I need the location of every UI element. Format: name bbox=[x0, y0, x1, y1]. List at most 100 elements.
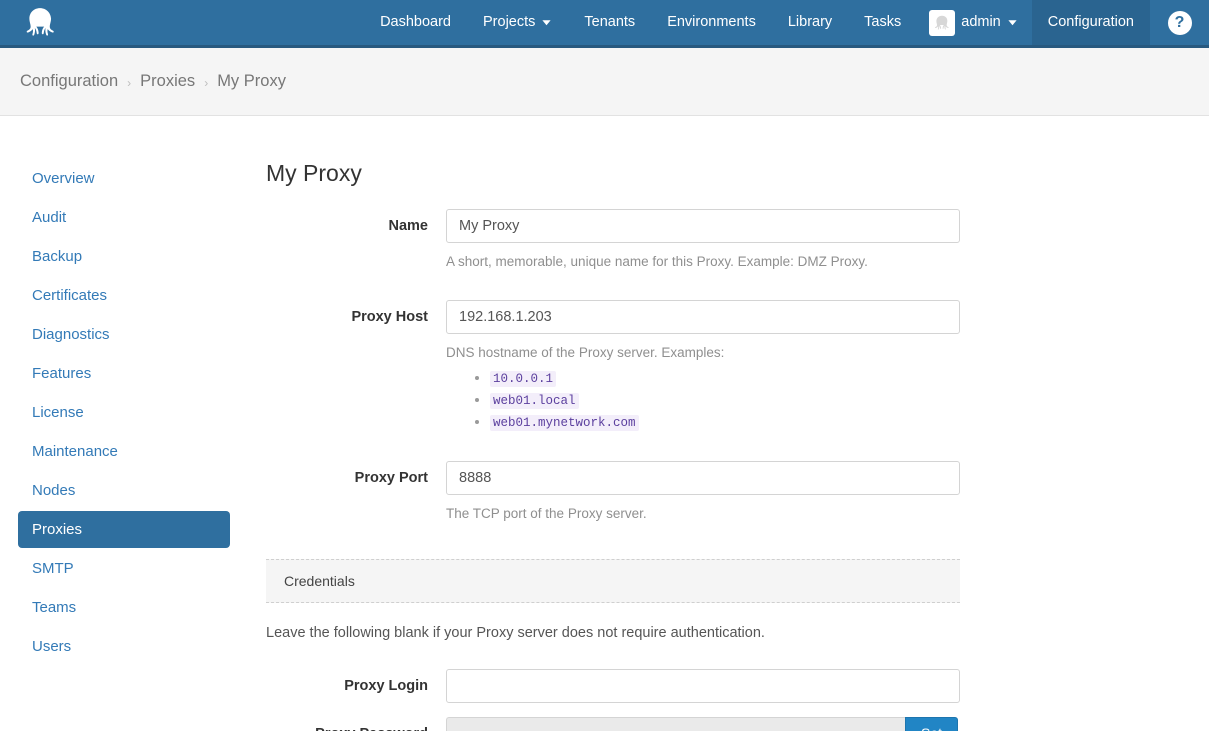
octopus-logo-icon bbox=[23, 6, 57, 40]
proxy-host-help-text: DNS hostname of the Proxy server. Exampl… bbox=[446, 343, 960, 433]
sidebar-item-label: Features bbox=[32, 365, 91, 382]
page-body: Overview Audit Backup Certificates Diagn… bbox=[0, 116, 1209, 731]
nav-item-environments[interactable]: Environments bbox=[651, 0, 772, 45]
sidebar-item-label: Users bbox=[32, 638, 71, 655]
example-code: web01.mynetwork.com bbox=[490, 415, 639, 431]
form-row-name: Name A short, memorable, unique name for… bbox=[266, 209, 960, 294]
proxy-host-input[interactable] bbox=[446, 300, 960, 334]
avatar bbox=[929, 10, 955, 36]
nav-item-label: Projects bbox=[483, 15, 535, 30]
nav-item-tenants[interactable]: Tenants bbox=[568, 0, 651, 45]
nav-item-label: Configuration bbox=[1048, 15, 1134, 30]
sidebar-item-label: Maintenance bbox=[32, 443, 118, 460]
breadcrumb-item-proxies[interactable]: Proxies bbox=[140, 72, 195, 91]
sidebar-item-nodes[interactable]: Nodes bbox=[18, 472, 230, 509]
nav-item-label: Library bbox=[788, 15, 832, 30]
example-code: web01.local bbox=[490, 393, 579, 409]
sidebar-item-label: Overview bbox=[32, 170, 95, 187]
set-password-button[interactable]: Set bbox=[905, 717, 958, 731]
proxy-password-input[interactable] bbox=[446, 717, 905, 731]
sidebar-item-label: License bbox=[32, 404, 84, 421]
octopus-avatar-icon bbox=[933, 14, 951, 32]
list-item: web01.mynetwork.com bbox=[490, 412, 960, 432]
breadcrumb-separator: › bbox=[127, 76, 131, 90]
sidebar-item-label: Certificates bbox=[32, 287, 107, 304]
sidebar-item-label: SMTP bbox=[32, 560, 74, 577]
form-row-proxy-password: Proxy Password Set bbox=[266, 717, 960, 731]
sidebar-item-overview[interactable]: Overview bbox=[18, 160, 230, 197]
form-row-proxy-port: Proxy Port The TCP port of the Proxy ser… bbox=[266, 461, 960, 546]
configuration-sidebar: Overview Audit Backup Certificates Diagn… bbox=[0, 160, 248, 667]
sidebar-item-teams[interactable]: Teams bbox=[18, 589, 230, 626]
sidebar-item-label: Nodes bbox=[32, 482, 75, 499]
sidebar-item-label: Backup bbox=[32, 248, 82, 265]
nav-item-projects[interactable]: Projects bbox=[467, 0, 568, 45]
nav-user-label: admin bbox=[961, 15, 1001, 30]
nav-spacer bbox=[80, 0, 364, 45]
proxy-login-field-wrap bbox=[446, 669, 960, 703]
sidebar-item-proxies[interactable]: Proxies bbox=[18, 511, 230, 548]
sidebar-item-label: Diagnostics bbox=[32, 326, 110, 343]
proxy-form: My Proxy Name A short, memorable, unique… bbox=[266, 160, 960, 731]
sidebar-item-label: Audit bbox=[32, 209, 66, 226]
proxy-host-field-wrap: DNS hostname of the Proxy server. Exampl… bbox=[446, 300, 960, 455]
nav-item-label: Tasks bbox=[864, 15, 901, 30]
sidebar-item-features[interactable]: Features bbox=[18, 355, 230, 392]
proxy-password-input-group: Set bbox=[446, 717, 958, 731]
example-code: 10.0.0.1 bbox=[490, 371, 556, 387]
nav-primary-items: Dashboard Projects Tenants Environments … bbox=[364, 0, 1209, 45]
form-row-proxy-login: Proxy Login bbox=[266, 669, 960, 703]
name-help-text: A short, memorable, unique name for this… bbox=[446, 252, 960, 272]
sidebar-item-users[interactable]: Users bbox=[18, 628, 230, 665]
sidebar-item-backup[interactable]: Backup bbox=[18, 238, 230, 275]
sidebar-item-certificates[interactable]: Certificates bbox=[18, 277, 230, 314]
proxy-port-help-text: The TCP port of the Proxy server. bbox=[446, 504, 960, 524]
nav-item-tasks[interactable]: Tasks bbox=[848, 0, 917, 45]
sidebar-item-diagnostics[interactable]: Diagnostics bbox=[18, 316, 230, 353]
proxy-host-examples: 10.0.0.1 web01.local web01.mynetwork.com bbox=[446, 368, 960, 432]
proxy-port-field-wrap: The TCP port of the Proxy server. bbox=[446, 461, 960, 546]
chevron-down-icon bbox=[541, 17, 552, 28]
proxy-host-help-label: DNS hostname of the Proxy server. Exampl… bbox=[446, 345, 724, 360]
sidebar-item-smtp[interactable]: SMTP bbox=[18, 550, 230, 587]
nav-item-label: Dashboard bbox=[380, 15, 451, 30]
proxy-password-field-wrap: Set bbox=[446, 717, 960, 731]
name-label: Name bbox=[266, 209, 446, 234]
page-title: My Proxy bbox=[266, 160, 960, 187]
list-item: web01.local bbox=[490, 390, 960, 410]
nav-item-dashboard[interactable]: Dashboard bbox=[364, 0, 467, 45]
octopus-logo[interactable] bbox=[0, 0, 80, 45]
proxy-port-label: Proxy Port bbox=[266, 461, 446, 486]
help-question-icon: ? bbox=[1168, 11, 1192, 35]
breadcrumb-bar: Configuration › Proxies › My Proxy bbox=[0, 48, 1209, 116]
name-input[interactable] bbox=[446, 209, 960, 243]
proxy-host-label: Proxy Host bbox=[266, 300, 446, 325]
nav-item-configuration[interactable]: Configuration bbox=[1032, 0, 1150, 45]
name-field-wrap: A short, memorable, unique name for this… bbox=[446, 209, 960, 294]
sidebar-item-label: Teams bbox=[32, 599, 76, 616]
breadcrumb-item-my-proxy: My Proxy bbox=[217, 72, 286, 91]
credentials-note: Leave the following blank if your Proxy … bbox=[266, 625, 960, 641]
nav-user-menu[interactable]: admin bbox=[917, 0, 1032, 45]
help-button[interactable]: ? bbox=[1150, 0, 1209, 45]
breadcrumb-item-configuration[interactable]: Configuration bbox=[20, 72, 118, 91]
sidebar-item-maintenance[interactable]: Maintenance bbox=[18, 433, 230, 470]
proxy-login-input[interactable] bbox=[446, 669, 960, 703]
credentials-section-header: Credentials bbox=[266, 559, 960, 603]
nav-item-library[interactable]: Library bbox=[772, 0, 848, 45]
list-item: 10.0.0.1 bbox=[490, 368, 960, 388]
chevron-down-icon bbox=[1007, 17, 1018, 28]
breadcrumb: Configuration › Proxies › My Proxy bbox=[20, 72, 286, 91]
proxy-password-label: Proxy Password bbox=[266, 717, 446, 731]
nav-item-label: Tenants bbox=[584, 15, 635, 30]
sidebar-item-license[interactable]: License bbox=[18, 394, 230, 431]
proxy-port-input[interactable] bbox=[446, 461, 960, 495]
proxy-login-label: Proxy Login bbox=[266, 669, 446, 694]
nav-item-label: Environments bbox=[667, 15, 756, 30]
breadcrumb-separator: › bbox=[204, 76, 208, 90]
sidebar-item-label: Proxies bbox=[32, 521, 82, 538]
top-navigation-bar: Dashboard Projects Tenants Environments … bbox=[0, 0, 1209, 48]
main-content: My Proxy Name A short, memorable, unique… bbox=[248, 160, 1209, 731]
sidebar-item-audit[interactable]: Audit bbox=[18, 199, 230, 236]
form-row-proxy-host: Proxy Host DNS hostname of the Proxy ser… bbox=[266, 300, 960, 455]
